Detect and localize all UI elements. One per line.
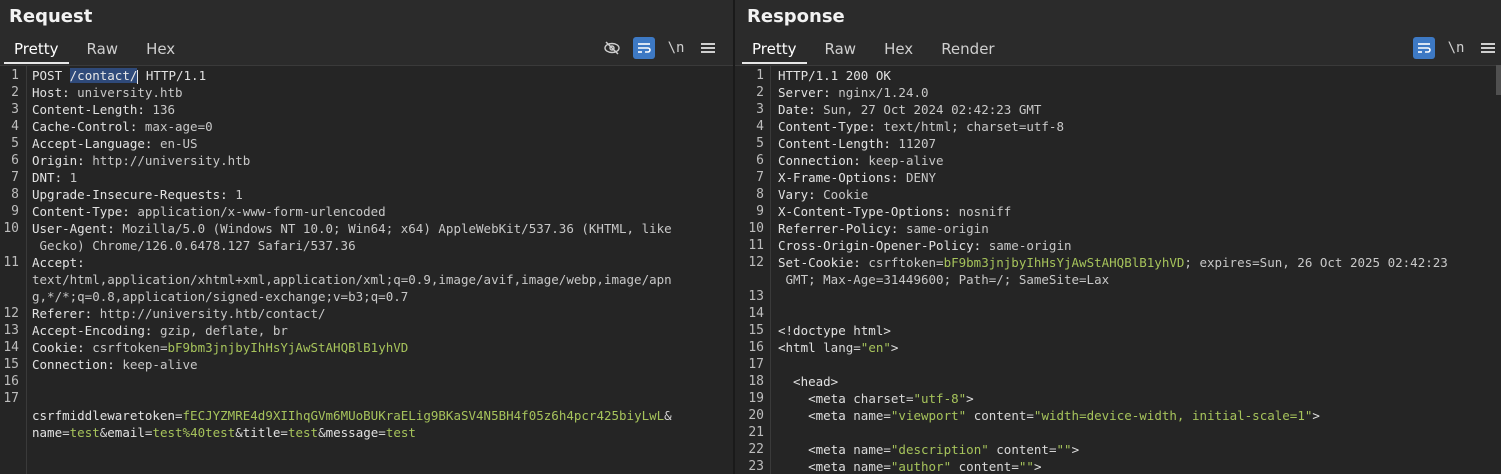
- code-line: 13: [748, 289, 764, 304]
- menu-icon[interactable]: [697, 37, 719, 59]
- code-line: 6 Origin: http://university.htb: [11, 153, 251, 168]
- tab-response-raw[interactable]: Raw: [815, 38, 867, 62]
- code-line: 22 <meta name="description" content="">: [748, 442, 1080, 457]
- code-line: 14 Cookie: csrftoken=bF9bm3jnjbyIhHsYjAwS…: [3, 340, 409, 355]
- code-line: 5 Content-Length: 11207: [756, 136, 937, 151]
- code-line: 1 HTTP/1.1 200 OK: [756, 68, 891, 83]
- response-title: Response: [747, 6, 845, 27]
- code-line: 3 Date: Sun, 27 Oct 2024 02:42:23 GMT: [756, 102, 1042, 117]
- response-toolbar: \n: [1403, 36, 1499, 60]
- request-pane: Request Pretty Raw Hex \n 1 POST /contact…: [0, 0, 733, 474]
- tab-response-pretty[interactable]: Pretty: [742, 38, 807, 64]
- code-line: 6 Connection: keep-alive: [756, 153, 944, 168]
- code-line: 7 DNT: 1: [11, 170, 78, 185]
- code-line: 11 Cross-Origin-Opener-Policy: same-origi…: [748, 238, 1072, 253]
- code-line: 2 Host: university.htb: [11, 85, 183, 100]
- code-line: 17: [748, 357, 764, 372]
- code-line-body: 17 csrfmiddlewaretoken=fECJYZMRE4d9XIIhqG…: [3, 391, 672, 440]
- eye-slash-icon[interactable]: [601, 37, 623, 59]
- code-line: 8 Upgrade-Insecure-Requests: 1: [11, 187, 243, 202]
- code-line: 10 Referrer-Policy: same-origin: [748, 221, 989, 236]
- tab-request-hex[interactable]: Hex: [136, 38, 185, 62]
- menu-icon[interactable]: [1477, 37, 1499, 59]
- code-line: 15 Connection: keep-alive: [3, 357, 198, 372]
- code-line: 16 <html lang="en">: [748, 340, 899, 355]
- scrollbar-thumb[interactable]: [1496, 65, 1501, 95]
- code-line: 23 <meta name="author" content="">: [748, 459, 1042, 474]
- code-line: 5 Accept-Language: en-US: [11, 136, 198, 151]
- code-line: 9 Content-Type: application/x-www-form-ur…: [11, 204, 386, 219]
- response-editor[interactable]: 1 HTTP/1.1 200 OK 2 Server: nginx/1.24.0 3…: [735, 65, 1501, 474]
- code-line: 15 <!doctype html>: [748, 323, 891, 338]
- tab-response-render[interactable]: Render: [931, 38, 1004, 62]
- response-pane: Response Pretty Raw Hex Render \n 1 HTTP/…: [735, 0, 1501, 474]
- code-line: 16: [3, 374, 19, 389]
- tab-response-hex[interactable]: Hex: [874, 38, 923, 62]
- code-line: 18 <head>: [748, 374, 839, 389]
- code-line: 2 Server: nginx/1.24.0: [756, 85, 929, 100]
- tab-request-raw[interactable]: Raw: [77, 38, 129, 62]
- response-code: 1 HTTP/1.1 200 OK 2 Server: nginx/1.24.0 3…: [735, 67, 1501, 474]
- code-line: 12 Set-Cookie: csrftoken=bF9bm3jnjbyIhHsY…: [748, 255, 1448, 287]
- code-line: 4 Content-Type: text/html; charset=utf-8: [756, 119, 1064, 134]
- tab-request-pretty[interactable]: Pretty: [4, 38, 69, 64]
- code-line: 3 Content-Length: 136: [11, 102, 175, 117]
- code-line: 9 X-Content-Type-Options: nosniff: [756, 204, 1012, 219]
- newline-toggle-icon[interactable]: \n: [665, 37, 687, 59]
- code-line: 1 POST /contact/ HTTP/1.1: [11, 68, 207, 84]
- request-title: Request: [9, 6, 93, 27]
- word-wrap-icon[interactable]: [633, 37, 655, 59]
- code-line: 7 X-Frame-Options: DENY: [756, 170, 937, 185]
- newline-toggle-icon[interactable]: \n: [1445, 37, 1467, 59]
- code-line: 11 Accept: text/html,application/xhtml+xm…: [3, 255, 672, 304]
- request-code: 1 POST /contact/ HTTP/1.1 2 Host: universi…: [0, 67, 733, 441]
- code-line: 19 <meta charset="utf-8">: [748, 391, 974, 406]
- selected-path[interactable]: /contact/: [69, 68, 138, 83]
- code-line: 14: [748, 306, 764, 321]
- code-line: 10 User-Agent: Mozilla/5.0 (Windows NT 10…: [3, 221, 672, 253]
- code-line: 12 Referer: http://university.htb/contact…: [3, 306, 326, 321]
- code-line: 21: [748, 425, 764, 440]
- code-line: 20 <meta name="viewport" content="width=…: [748, 408, 1320, 423]
- request-editor[interactable]: 1 POST /contact/ HTTP/1.1 2 Host: universi…: [0, 65, 733, 474]
- request-toolbar: \n: [591, 36, 719, 60]
- code-line: 4 Cache-Control: max-age=0: [11, 119, 213, 134]
- response-view-tabs: Pretty Raw Hex Render: [742, 38, 1013, 64]
- code-line: 8 Vary: Cookie: [756, 187, 869, 202]
- code-line: 13 Accept-Encoding: gzip, deflate, br: [3, 323, 288, 338]
- word-wrap-icon[interactable]: [1413, 37, 1435, 59]
- request-view-tabs: Pretty Raw Hex: [4, 38, 193, 64]
